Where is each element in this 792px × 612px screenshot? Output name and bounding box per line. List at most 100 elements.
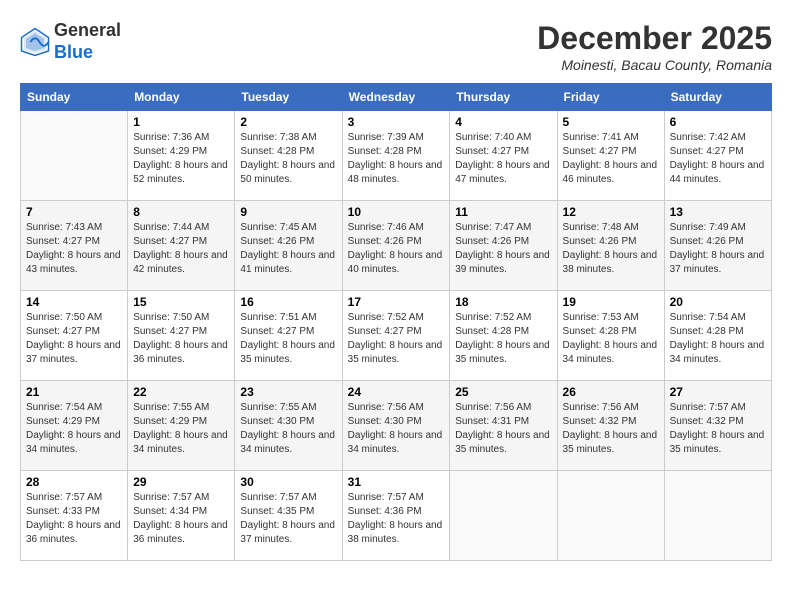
calendar-cell: 18 Sunrise: 7:52 AMSunset: 4:28 PMDaylig… (450, 291, 557, 381)
day-number: 15 (133, 295, 229, 309)
day-info: Sunrise: 7:56 AMSunset: 4:30 PMDaylight:… (348, 402, 443, 455)
weekday-header: Tuesday (235, 84, 342, 111)
calendar-week-row: 1 Sunrise: 7:36 AMSunset: 4:29 PMDayligh… (21, 111, 772, 201)
calendar-cell: 29 Sunrise: 7:57 AMSunset: 4:34 PMDaylig… (128, 471, 235, 561)
calendar-cell (450, 471, 557, 561)
day-number: 8 (133, 205, 229, 219)
calendar-week-row: 21 Sunrise: 7:54 AMSunset: 4:29 PMDaylig… (21, 381, 772, 471)
day-info: Sunrise: 7:55 AMSunset: 4:29 PMDaylight:… (133, 402, 228, 455)
calendar-cell: 27 Sunrise: 7:57 AMSunset: 4:32 PMDaylig… (664, 381, 771, 471)
calendar-cell: 30 Sunrise: 7:57 AMSunset: 4:35 PMDaylig… (235, 471, 342, 561)
calendar-cell: 22 Sunrise: 7:55 AMSunset: 4:29 PMDaylig… (128, 381, 235, 471)
day-info: Sunrise: 7:53 AMSunset: 4:28 PMDaylight:… (563, 312, 658, 365)
day-number: 23 (240, 385, 336, 399)
header-row: SundayMondayTuesdayWednesdayThursdayFrid… (21, 84, 772, 111)
day-info: Sunrise: 7:40 AMSunset: 4:27 PMDaylight:… (455, 132, 550, 185)
title-block: December 2025 Moinesti, Bacau County, Ro… (537, 20, 772, 73)
weekday-header: Wednesday (342, 84, 450, 111)
day-number: 13 (670, 205, 766, 219)
calendar-cell: 16 Sunrise: 7:51 AMSunset: 4:27 PMDaylig… (235, 291, 342, 381)
weekday-header: Sunday (21, 84, 128, 111)
day-info: Sunrise: 7:49 AMSunset: 4:26 PMDaylight:… (670, 222, 765, 275)
month-title: December 2025 (537, 20, 772, 57)
day-info: Sunrise: 7:54 AMSunset: 4:29 PMDaylight:… (26, 402, 121, 455)
day-info: Sunrise: 7:43 AMSunset: 4:27 PMDaylight:… (26, 222, 121, 275)
weekday-header: Thursday (450, 84, 557, 111)
logo: General Blue (20, 20, 121, 63)
day-info: Sunrise: 7:48 AMSunset: 4:26 PMDaylight:… (563, 222, 658, 275)
day-number: 30 (240, 475, 336, 489)
day-number: 6 (670, 115, 766, 129)
day-number: 27 (670, 385, 766, 399)
day-info: Sunrise: 7:52 AMSunset: 4:27 PMDaylight:… (348, 312, 443, 365)
calendar-cell: 3 Sunrise: 7:39 AMSunset: 4:28 PMDayligh… (342, 111, 450, 201)
day-number: 18 (455, 295, 551, 309)
day-number: 29 (133, 475, 229, 489)
logo-general: General (54, 20, 121, 40)
day-info: Sunrise: 7:36 AMSunset: 4:29 PMDaylight:… (133, 132, 228, 185)
calendar-cell: 24 Sunrise: 7:56 AMSunset: 4:30 PMDaylig… (342, 381, 450, 471)
calendar-cell: 12 Sunrise: 7:48 AMSunset: 4:26 PMDaylig… (557, 201, 664, 291)
day-info: Sunrise: 7:50 AMSunset: 4:27 PMDaylight:… (133, 312, 228, 365)
calendar-cell: 4 Sunrise: 7:40 AMSunset: 4:27 PMDayligh… (450, 111, 557, 201)
calendar-cell: 28 Sunrise: 7:57 AMSunset: 4:33 PMDaylig… (21, 471, 128, 561)
calendar-cell: 31 Sunrise: 7:57 AMSunset: 4:36 PMDaylig… (342, 471, 450, 561)
calendar-cell: 6 Sunrise: 7:42 AMSunset: 4:27 PMDayligh… (664, 111, 771, 201)
day-number: 9 (240, 205, 336, 219)
day-info: Sunrise: 7:51 AMSunset: 4:27 PMDaylight:… (240, 312, 335, 365)
day-number: 31 (348, 475, 445, 489)
calendar-cell: 1 Sunrise: 7:36 AMSunset: 4:29 PMDayligh… (128, 111, 235, 201)
day-number: 11 (455, 205, 551, 219)
calendar-week-row: 28 Sunrise: 7:57 AMSunset: 4:33 PMDaylig… (21, 471, 772, 561)
calendar-week-row: 7 Sunrise: 7:43 AMSunset: 4:27 PMDayligh… (21, 201, 772, 291)
calendar-cell: 2 Sunrise: 7:38 AMSunset: 4:28 PMDayligh… (235, 111, 342, 201)
day-number: 24 (348, 385, 445, 399)
day-number: 25 (455, 385, 551, 399)
day-number: 14 (26, 295, 122, 309)
day-info: Sunrise: 7:57 AMSunset: 4:32 PMDaylight:… (670, 402, 765, 455)
day-number: 4 (455, 115, 551, 129)
day-info: Sunrise: 7:57 AMSunset: 4:36 PMDaylight:… (348, 492, 443, 545)
day-info: Sunrise: 7:38 AMSunset: 4:28 PMDaylight:… (240, 132, 335, 185)
calendar-cell: 17 Sunrise: 7:52 AMSunset: 4:27 PMDaylig… (342, 291, 450, 381)
day-number: 26 (563, 385, 659, 399)
calendar-cell (664, 471, 771, 561)
location: Moinesti, Bacau County, Romania (537, 57, 772, 73)
day-number: 21 (26, 385, 122, 399)
day-info: Sunrise: 7:46 AMSunset: 4:26 PMDaylight:… (348, 222, 443, 275)
weekday-header: Saturday (664, 84, 771, 111)
day-number: 5 (563, 115, 659, 129)
day-info: Sunrise: 7:50 AMSunset: 4:27 PMDaylight:… (26, 312, 121, 365)
calendar-cell: 21 Sunrise: 7:54 AMSunset: 4:29 PMDaylig… (21, 381, 128, 471)
calendar-cell: 11 Sunrise: 7:47 AMSunset: 4:26 PMDaylig… (450, 201, 557, 291)
day-info: Sunrise: 7:57 AMSunset: 4:34 PMDaylight:… (133, 492, 228, 545)
day-info: Sunrise: 7:55 AMSunset: 4:30 PMDaylight:… (240, 402, 335, 455)
day-info: Sunrise: 7:39 AMSunset: 4:28 PMDaylight:… (348, 132, 443, 185)
day-info: Sunrise: 7:42 AMSunset: 4:27 PMDaylight:… (670, 132, 765, 185)
day-info: Sunrise: 7:57 AMSunset: 4:33 PMDaylight:… (26, 492, 121, 545)
logo-icon (20, 27, 50, 57)
calendar-cell: 5 Sunrise: 7:41 AMSunset: 4:27 PMDayligh… (557, 111, 664, 201)
calendar-cell: 25 Sunrise: 7:56 AMSunset: 4:31 PMDaylig… (450, 381, 557, 471)
calendar-cell: 15 Sunrise: 7:50 AMSunset: 4:27 PMDaylig… (128, 291, 235, 381)
day-info: Sunrise: 7:57 AMSunset: 4:35 PMDaylight:… (240, 492, 335, 545)
day-number: 1 (133, 115, 229, 129)
day-info: Sunrise: 7:54 AMSunset: 4:28 PMDaylight:… (670, 312, 765, 365)
day-info: Sunrise: 7:44 AMSunset: 4:27 PMDaylight:… (133, 222, 228, 275)
calendar-cell: 10 Sunrise: 7:46 AMSunset: 4:26 PMDaylig… (342, 201, 450, 291)
day-number: 20 (670, 295, 766, 309)
day-number: 2 (240, 115, 336, 129)
weekday-header: Monday (128, 84, 235, 111)
day-info: Sunrise: 7:41 AMSunset: 4:27 PMDaylight:… (563, 132, 658, 185)
calendar-cell: 19 Sunrise: 7:53 AMSunset: 4:28 PMDaylig… (557, 291, 664, 381)
logo-blue: Blue (54, 42, 93, 62)
logo-text: General Blue (54, 20, 121, 63)
calendar-cell: 23 Sunrise: 7:55 AMSunset: 4:30 PMDaylig… (235, 381, 342, 471)
calendar-cell: 9 Sunrise: 7:45 AMSunset: 4:26 PMDayligh… (235, 201, 342, 291)
calendar-cell (557, 471, 664, 561)
calendar-cell: 20 Sunrise: 7:54 AMSunset: 4:28 PMDaylig… (664, 291, 771, 381)
calendar-cell: 26 Sunrise: 7:56 AMSunset: 4:32 PMDaylig… (557, 381, 664, 471)
day-number: 28 (26, 475, 122, 489)
day-number: 12 (563, 205, 659, 219)
calendar-cell: 7 Sunrise: 7:43 AMSunset: 4:27 PMDayligh… (21, 201, 128, 291)
